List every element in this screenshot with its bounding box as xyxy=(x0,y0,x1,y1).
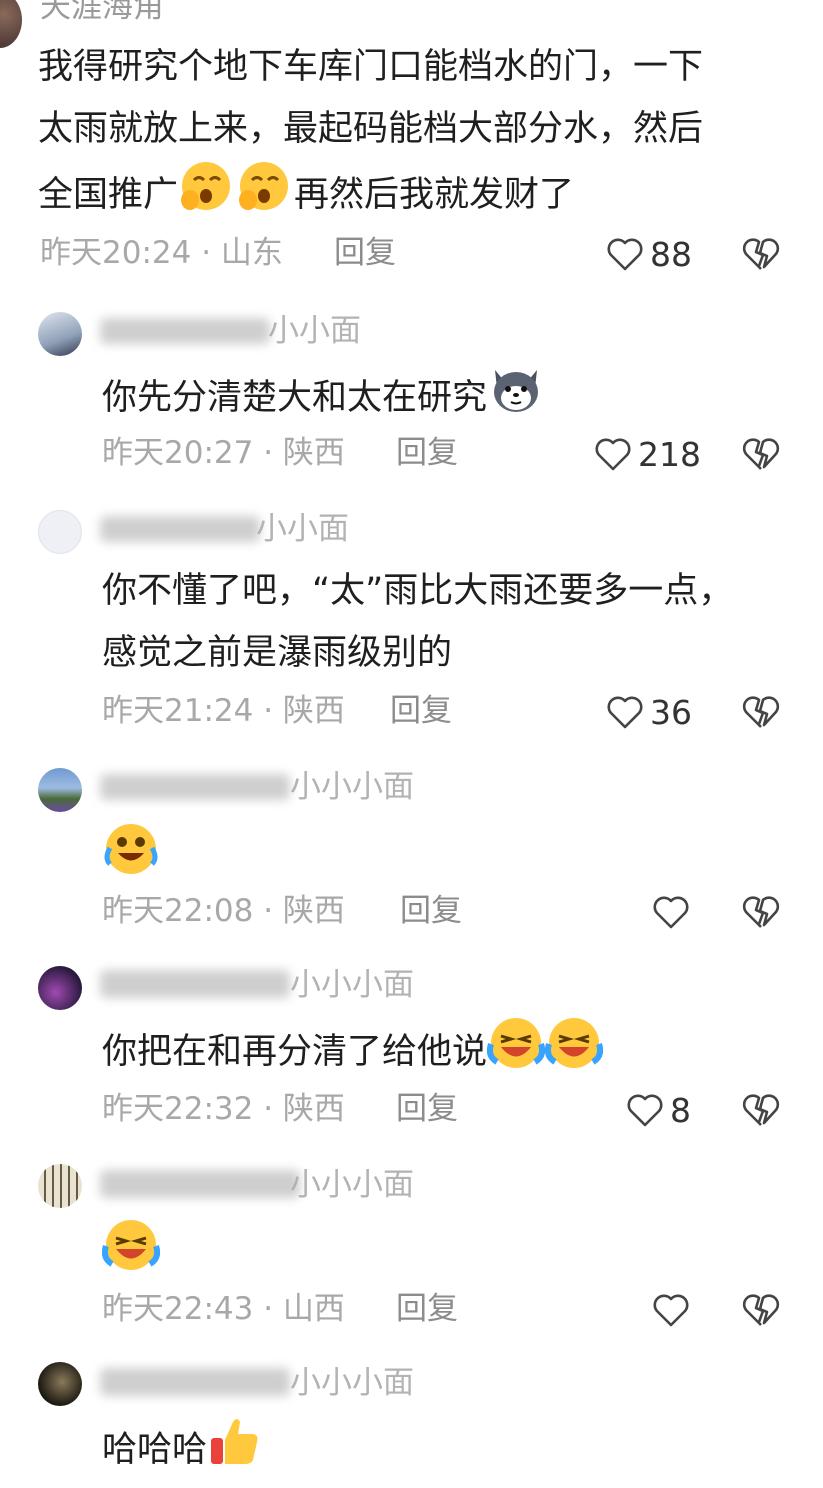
reply-button[interactable]: 回复 xyxy=(400,896,462,927)
comment-username[interactable]: 小小小面 xyxy=(290,970,414,1001)
like-button[interactable] xyxy=(652,1292,690,1328)
avatar[interactable] xyxy=(38,1362,82,1406)
like-button[interactable]: 88 xyxy=(606,236,692,272)
broken-heart-icon xyxy=(742,238,780,276)
thumbs-up-emoji-icon xyxy=(207,1414,261,1488)
reply-button[interactable]: 回复 xyxy=(396,1094,458,1125)
laugh-tears-emoji-icon xyxy=(101,1218,161,1276)
dislike-button[interactable] xyxy=(742,894,780,934)
broken-heart-icon xyxy=(742,438,780,476)
reply-button[interactable]: 回复 xyxy=(390,696,452,727)
blurred-username-part xyxy=(100,516,260,542)
dislike-button[interactable] xyxy=(742,1292,780,1332)
like-button[interactable]: 8 xyxy=(626,1092,691,1128)
yawn-emoji-icon xyxy=(178,160,236,232)
like-count: 218 xyxy=(638,434,701,474)
comment-text xyxy=(102,822,160,880)
avatar[interactable] xyxy=(38,312,82,356)
comment-username[interactable]: 天涯海角 xyxy=(40,0,164,23)
heart-outline-icon xyxy=(594,436,632,472)
reply-button[interactable]: 回复 xyxy=(396,438,458,469)
comment-time-location: 昨天22:43 · 山西 xyxy=(102,1291,345,1327)
reply-button[interactable]: 回复 xyxy=(396,1294,458,1325)
avatar[interactable] xyxy=(38,510,82,554)
comment-text: 哈哈哈 xyxy=(102,1414,261,1488)
comment-time-location: 昨天20:27 · 陕西 xyxy=(102,435,345,471)
dislike-button[interactable] xyxy=(742,236,780,276)
comment-username[interactable]: 小小小面 xyxy=(290,772,414,803)
dislike-button[interactable] xyxy=(742,436,780,476)
like-button[interactable] xyxy=(652,894,690,930)
comment-time-location: 昨天22:08 · 陕西 xyxy=(102,893,345,929)
comment-time-location: 昨天22:32 · 陕西 xyxy=(102,1091,345,1127)
comment-username[interactable]: 小小面 xyxy=(268,316,361,347)
like-count: 8 xyxy=(670,1090,691,1130)
avatar[interactable] xyxy=(38,1164,82,1208)
avatar[interactable] xyxy=(0,0,22,48)
heart-outline-icon xyxy=(626,1092,664,1128)
comment-text xyxy=(101,1218,161,1276)
like-count: 88 xyxy=(650,234,692,274)
broken-heart-icon xyxy=(742,1094,780,1132)
blurred-username-part xyxy=(100,1368,290,1396)
like-button[interactable]: 218 xyxy=(594,436,701,472)
heart-outline-icon xyxy=(606,694,644,730)
broken-heart-icon xyxy=(742,1294,780,1332)
heart-outline-icon xyxy=(606,236,644,272)
comment-username[interactable]: 小小面 xyxy=(256,514,349,545)
blurred-username-part xyxy=(100,774,290,800)
comment-username[interactable]: 小小小面 xyxy=(290,1368,414,1399)
laugh-tears-emoji-icon xyxy=(544,1016,604,1090)
blurred-username-part xyxy=(100,1170,300,1198)
comment-username[interactable]: 小小小面 xyxy=(290,1170,414,1201)
reply-button[interactable]: 回复 xyxy=(334,238,396,269)
comment-time-location: 昨天21:24 · 陕西 xyxy=(102,693,345,729)
broken-heart-icon xyxy=(742,896,780,934)
like-button[interactable]: 36 xyxy=(606,694,692,730)
broken-heart-icon xyxy=(742,696,780,734)
husky-emoji-icon xyxy=(487,362,545,436)
laugh-tears-emoji-icon xyxy=(486,1016,546,1090)
comment-text: 你先分清楚大和太在研究 xyxy=(102,362,545,436)
comment-text: 你把在和再分清了给他说 xyxy=(102,1016,604,1090)
yawn-emoji-icon xyxy=(236,160,294,232)
like-count: 36 xyxy=(650,692,692,732)
dislike-button[interactable] xyxy=(742,694,780,734)
comment-text: 我得研究个地下车库门口能档水的门，一下 太雨就放上来，最起码能档大部分水，然后 … xyxy=(38,36,703,232)
heart-outline-icon xyxy=(652,1292,690,1328)
avatar[interactable] xyxy=(38,768,82,812)
comment-text: 你不懂了吧，“太”雨比大雨还要多一点， 感觉之前是瀑雨级别的 xyxy=(102,571,734,673)
heart-outline-icon xyxy=(652,894,690,930)
blurred-username-part xyxy=(100,318,270,344)
blurred-username-part xyxy=(100,970,290,998)
comment-time-location: 昨天20:24 · 山东 xyxy=(40,235,283,271)
dislike-button[interactable] xyxy=(742,1092,780,1132)
avatar[interactable] xyxy=(38,966,82,1010)
laugh-cry-emoji-icon xyxy=(102,822,160,880)
